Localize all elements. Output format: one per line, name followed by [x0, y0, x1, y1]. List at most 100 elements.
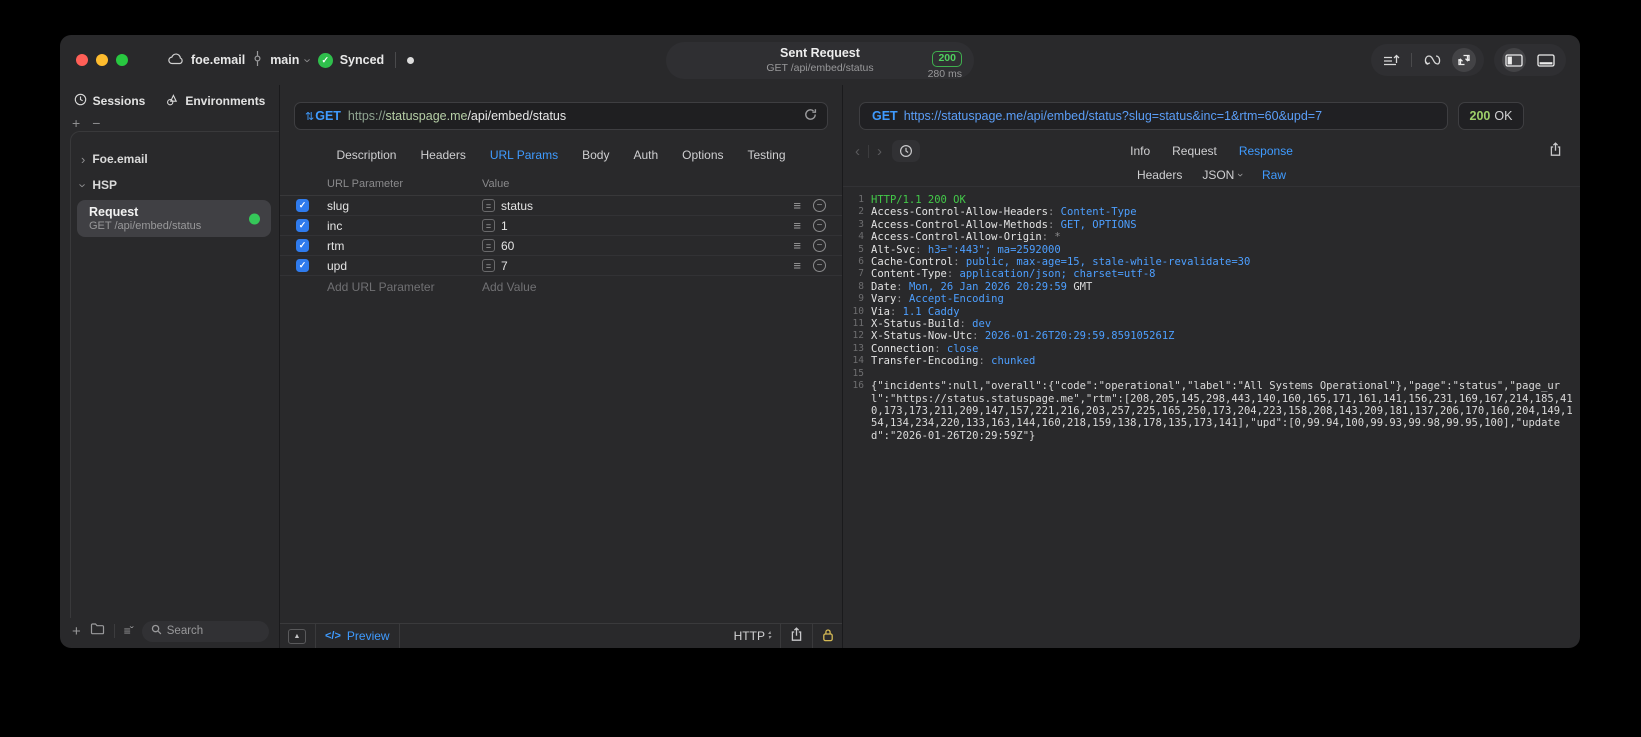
- tab-headers[interactable]: Headers: [420, 145, 465, 165]
- tab-url-params[interactable]: URL Params: [490, 145, 558, 165]
- synced-check-icon: ✓: [317, 52, 333, 68]
- drag-handle-icon[interactable]: ≡: [793, 218, 801, 233]
- sidebar-toggle-icon[interactable]: [1502, 48, 1526, 72]
- param-checkbox[interactable]: ✓: [296, 219, 309, 232]
- project-name[interactable]: foe.email: [191, 53, 245, 67]
- line-number: 10: [852, 305, 864, 317]
- response-line: 13 Connection: close: [843, 343, 1576, 355]
- param-row: ✓ rtm = 60 ≡ −: [280, 236, 842, 256]
- delete-row-icon[interactable]: −: [813, 239, 826, 252]
- method-stepper-icon[interactable]: ⇅: [305, 110, 314, 123]
- stepper-icon: ▴ ▾: [767, 630, 771, 641]
- tab-environments[interactable]: Environments: [165, 93, 265, 109]
- request-method[interactable]: GET: [315, 109, 341, 123]
- protocol-selector[interactable]: HTTP ▴ ▾: [734, 629, 771, 643]
- delete-row-icon[interactable]: −: [813, 219, 826, 232]
- param-name-field[interactable]: slug: [327, 199, 482, 213]
- tab-info[interactable]: Info: [1130, 144, 1150, 158]
- bottom-panel-toggle-icon[interactable]: [1534, 48, 1558, 72]
- status-text: OK: [1494, 109, 1513, 123]
- share-icon[interactable]: [790, 627, 803, 645]
- param-name-field[interactable]: upd: [327, 259, 482, 273]
- nav-forward-icon[interactable]: ›: [877, 143, 882, 160]
- tree-group-foe-email[interactable]: › Foe.email: [71, 146, 279, 172]
- nav-back-icon[interactable]: ‹: [855, 143, 860, 160]
- response-url-bar: GET https://statuspage.me/api/embed/stat…: [859, 102, 1448, 130]
- response-line: 9 Vary: Accept-Encoding: [843, 293, 1576, 305]
- tab-options[interactable]: Options: [682, 145, 723, 165]
- import-export-icon[interactable]: [1452, 48, 1476, 72]
- new-folder-icon[interactable]: [90, 622, 105, 640]
- line-content: {"incidents":null,"overall":{"code":"ope…: [871, 380, 1573, 442]
- remove-session-button[interactable]: −: [92, 116, 100, 131]
- param-name-field[interactable]: rtm: [327, 239, 482, 253]
- zoom-button[interactable]: [116, 54, 128, 66]
- tab-environments-label: Environments: [185, 94, 266, 108]
- branch-name[interactable]: main: [270, 53, 299, 67]
- url-path: /api/embed/status: [467, 109, 567, 123]
- group-label: HSP: [92, 178, 118, 192]
- param-value-field[interactable]: 7: [501, 259, 793, 273]
- search-icon: [151, 624, 162, 638]
- param-name-field[interactable]: inc: [327, 219, 482, 233]
- param-value-field[interactable]: 60: [501, 239, 793, 253]
- drag-handle-icon[interactable]: ≡: [793, 198, 801, 213]
- response-line: 2 Access-Control-Allow-Headers: Content-T…: [843, 206, 1576, 218]
- sidebar: Sessions Environments + − › Foe.email › …: [60, 85, 280, 648]
- sort-list-icon[interactable]: ≡ˇ: [124, 624, 134, 638]
- tab-response[interactable]: Response: [1239, 144, 1293, 158]
- param-value-field[interactable]: status: [501, 199, 793, 213]
- new-request-button[interactable]: +: [72, 623, 81, 640]
- flow-loop-icon[interactable]: [1420, 48, 1444, 72]
- response-line: 12 X-Status-Now-Utc: 2026-01-26T20:29:59.…: [843, 330, 1576, 342]
- response-line: 4 Access-Control-Allow-Origin: *: [843, 231, 1576, 243]
- export-response-icon[interactable]: [1549, 142, 1562, 162]
- collapse-panel-icon[interactable]: ▲: [288, 628, 306, 644]
- tab-sessions[interactable]: Sessions: [74, 93, 145, 109]
- shapes-icon: [165, 93, 179, 109]
- tab-headers[interactable]: Headers: [1137, 168, 1182, 182]
- add-session-button[interactable]: +: [72, 116, 80, 131]
- session-tree: › Foe.email › HSP Request GET /api/embed…: [70, 131, 279, 618]
- minimize-button[interactable]: [96, 54, 108, 66]
- titlebar: foe.email main › ✓ Synced Sent Request G…: [60, 35, 1580, 85]
- close-button[interactable]: [76, 54, 88, 66]
- chevron-down-icon[interactable]: ›: [301, 58, 316, 62]
- preview-button[interactable]: </> Preview: [325, 629, 390, 643]
- tab-request[interactable]: Request: [1172, 144, 1217, 158]
- delete-row-icon[interactable]: −: [813, 199, 826, 212]
- request-url-bar[interactable]: ⇅ GET https://statuspage.me/api/embed/st…: [294, 102, 828, 130]
- chevron-right-icon: ›: [81, 151, 86, 167]
- response-panel: GET https://statuspage.me/api/embed/stat…: [843, 85, 1580, 648]
- tab-body[interactable]: Body: [582, 145, 609, 165]
- line-content: Via: 1.1 Caddy: [871, 305, 960, 318]
- delete-row-icon[interactable]: −: [813, 259, 826, 272]
- tab-description[interactable]: Description: [336, 145, 396, 165]
- response-line: 5 Alt-Svc: h3=":443"; ma=2592000: [843, 244, 1576, 256]
- history-button[interactable]: [892, 140, 920, 162]
- tab-json[interactable]: JSON ›: [1202, 168, 1246, 182]
- add-value[interactable]: Add Value: [482, 280, 537, 294]
- sidebar-item-request[interactable]: Request GET /api/embed/status: [77, 200, 271, 237]
- tab-raw[interactable]: Raw: [1262, 168, 1286, 182]
- request-status-pill[interactable]: Sent Request GET /api/embed/status 200 2…: [666, 42, 974, 80]
- export-lines-icon[interactable]: [1379, 48, 1403, 72]
- param-checkbox[interactable]: ✓: [296, 259, 309, 272]
- drag-handle-icon[interactable]: ≡: [793, 258, 801, 273]
- param-checkbox[interactable]: ✓: [296, 239, 309, 252]
- toolbar-group-right: [1494, 44, 1566, 76]
- response-url: https://statuspage.me/api/embed/status?s…: [903, 109, 1323, 123]
- tab-testing[interactable]: Testing: [748, 145, 786, 165]
- param-value-field[interactable]: 1: [501, 219, 793, 233]
- tab-auth[interactable]: Auth: [633, 145, 658, 165]
- add-url-parameter[interactable]: Add URL Parameter: [280, 280, 482, 294]
- search-input[interactable]: Search: [141, 620, 269, 642]
- tree-group-hsp[interactable]: › HSP: [71, 172, 279, 198]
- param-checkbox[interactable]: ✓: [296, 199, 309, 212]
- reload-icon[interactable]: [804, 108, 817, 124]
- lock-icon[interactable]: [822, 628, 834, 645]
- drag-handle-icon[interactable]: ≡: [793, 238, 801, 253]
- protocol-label: HTTP: [733, 629, 765, 643]
- line-content: Connection: close: [871, 342, 979, 355]
- status-code-badge: 200: [932, 51, 962, 67]
